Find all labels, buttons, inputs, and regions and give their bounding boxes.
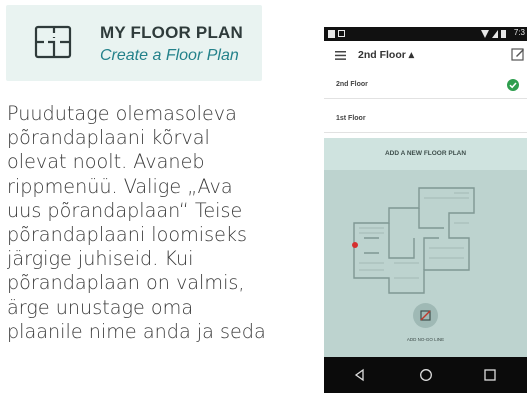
floor-plan-icon	[34, 25, 72, 59]
check-icon	[507, 79, 519, 91]
back-icon[interactable]	[353, 368, 367, 382]
robot-marker	[352, 242, 358, 248]
floor-item-label: 1st Floor	[336, 115, 366, 122]
recent-apps-icon[interactable]	[484, 369, 496, 381]
instruction-line: põrandaplaani loomiseks	[7, 223, 248, 247]
navigation-bar	[324, 357, 527, 393]
instruction-line: olevat noolt. Avaneb	[7, 150, 205, 174]
status-time: 7:3	[513, 28, 525, 37]
instruction-line: järgige juhiseid. Kui	[7, 247, 194, 271]
floor-item-2nd-floor[interactable]: 2nd Floor	[324, 71, 527, 99]
instruction-line: plaanile nime anda ja seda	[7, 319, 266, 343]
signal-icon	[492, 30, 498, 38]
instruction-line: põrandaplaan on valmis,	[7, 271, 245, 295]
instruction-line: põrandaplaani kõrval	[7, 126, 210, 150]
add-floor-plan-button[interactable]: ADD A NEW FLOOR PLAN	[324, 138, 527, 170]
no-go-label: ADD NO-GO LINE	[406, 337, 445, 342]
edit-icon[interactable]	[511, 47, 525, 61]
no-go-icon	[420, 310, 431, 321]
section-subtitle: Create a Floor Plan	[100, 47, 239, 64]
battery-icon	[501, 30, 506, 38]
map-area: ADD A NEW FLOOR PLAN ADD NO-GO LINE	[324, 138, 527, 357]
section-title: MY FLOOR PLAN	[100, 23, 244, 42]
instruction-line: uus põrandaplaan“ Teise	[7, 198, 243, 222]
add-floor-plan-label: ADD A NEW FLOOR PLAN	[384, 150, 467, 157]
instruction-line: rippmenüü. Valige „Ava	[7, 174, 233, 198]
hamburger-menu-icon[interactable]	[335, 51, 346, 60]
instruction-line: Puudutage olemasoleva	[7, 102, 237, 125]
instruction-text: Puudutage olemasoleva põrandaplaani kõrv…	[7, 102, 319, 393]
notification-icon	[328, 30, 335, 38]
floor-map	[352, 187, 475, 294]
status-bar: 7:3	[324, 27, 527, 41]
image-icon	[338, 30, 345, 37]
instruction-line: ärge unustage oma	[7, 295, 194, 319]
wifi-icon	[481, 30, 489, 38]
add-no-go-line-button[interactable]	[413, 303, 438, 328]
floor-plan-header-card: MY FLOOR PLAN Create a Floor Plan	[6, 5, 262, 81]
floor-item-1st-floor[interactable]: 1st Floor	[324, 105, 527, 133]
floor-item-label: 2nd Floor	[336, 81, 368, 88]
floor-selector-dropdown[interactable]: 2nd Floor ▴	[358, 49, 414, 61]
home-icon[interactable]	[419, 368, 433, 382]
app-bar: 2nd Floor ▴	[324, 41, 527, 71]
phone-screen: 7:3 2nd Floor ▴ 2nd Floor 1st Floor ADD …	[324, 27, 527, 393]
